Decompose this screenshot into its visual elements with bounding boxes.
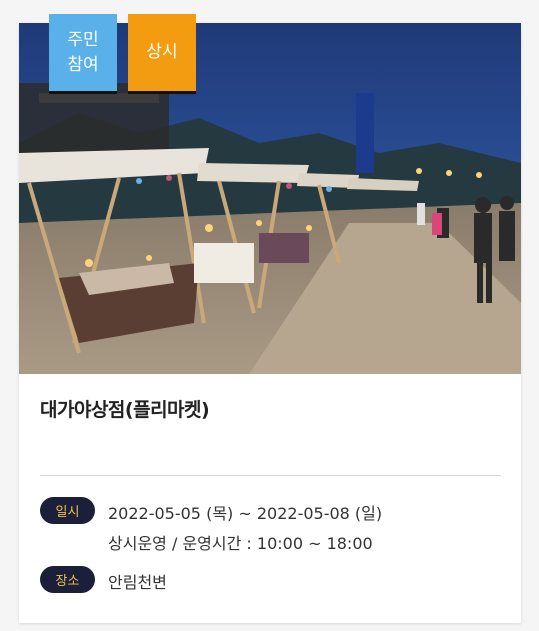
hours-value: 상시운영 / 운영시간 : 10:00 ~ 18:00 [108, 534, 373, 553]
tag-always-label: 상시 [146, 42, 178, 62]
tag-resident-participation: 주민 참여 [49, 14, 117, 91]
tag-always-open: 상시 [128, 14, 196, 91]
tag-resident-line2: 참여 [67, 54, 99, 75]
tag-resident-line1: 주민 [67, 29, 99, 50]
event-title[interactable]: 대가야상점(플리마켓) [40, 395, 210, 422]
place-label-badge: 장소 [40, 566, 95, 593]
place-value: 안림천변 [108, 573, 167, 592]
divider [40, 475, 501, 476]
date-label-badge: 일시 [40, 497, 95, 524]
event-card[interactable]: 주민 참여 상시 대가야상점(플리마켓) 일시 2022-05-05 (목) ~… [19, 14, 521, 623]
date-value: 2022-05-05 (목) ~ 2022-05-08 (일) [108, 504, 383, 523]
